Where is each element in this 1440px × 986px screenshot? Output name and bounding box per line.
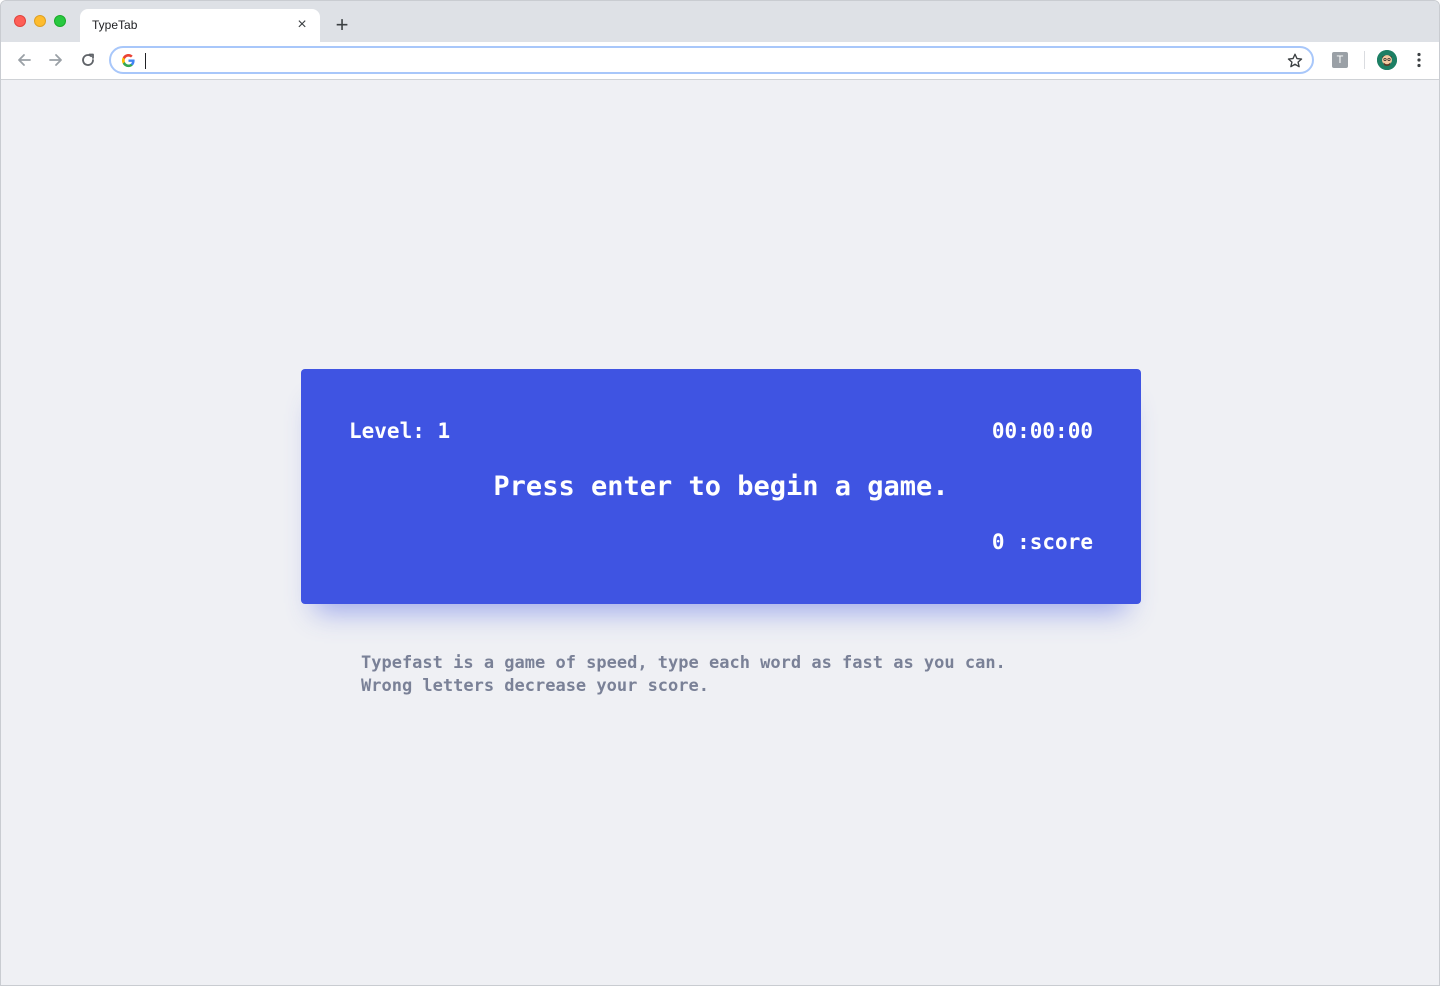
- tab-typetab[interactable]: TypeTab ×: [80, 9, 320, 42]
- arrow-left-icon: [18, 54, 31, 66]
- star-icon[interactable]: [1286, 52, 1304, 70]
- reload-button[interactable]: [78, 50, 98, 70]
- window-minimize-button[interactable]: [34, 15, 46, 27]
- window-maximize-button[interactable]: [54, 15, 66, 27]
- extension-icon[interactable]: T: [1332, 52, 1348, 68]
- address-input[interactable]: [143, 50, 1243, 70]
- google-g-icon: [121, 53, 135, 68]
- browser-toolbar: T: [1, 42, 1439, 80]
- new-tab-button[interactable]: +: [332, 14, 352, 36]
- tab-title: TypeTab: [92, 18, 138, 32]
- avatar-icon: [1377, 50, 1397, 70]
- page-content: Level: 1 00:00:00 Press enter to begin a…: [1, 80, 1439, 985]
- address-bar[interactable]: [109, 46, 1314, 74]
- window-close-button[interactable]: [14, 15, 26, 27]
- description-line: Typefast is a game of speed, type each w…: [361, 653, 1006, 673]
- arrow-right-icon: [49, 54, 62, 66]
- back-button[interactable]: [14, 50, 34, 70]
- tab-close-icon[interactable]: ×: [294, 17, 310, 33]
- game-description: Typefast is a game of speed, type each w…: [361, 652, 1121, 698]
- forward-button[interactable]: [46, 50, 66, 70]
- browser-menu-button[interactable]: [1409, 50, 1429, 70]
- tab-strip: TypeTab × +: [1, 1, 1439, 42]
- level-indicator: Level: 1: [349, 419, 451, 443]
- browser-window: TypeTab × + T Level: 1 00:00:00 Press en…: [0, 0, 1440, 986]
- toolbar-divider: [1364, 51, 1365, 69]
- profile-avatar[interactable]: [1377, 50, 1397, 70]
- game-prompt: Press enter to begin a game.: [493, 471, 949, 502]
- kebab-menu-icon: [1417, 52, 1421, 68]
- description-line: Wrong letters decrease your score.: [361, 676, 709, 696]
- score-display: 0 :score: [991, 530, 1093, 554]
- text-caret: [145, 53, 146, 69]
- game-timer: 00:00:00: [991, 419, 1093, 443]
- game-card[interactable]: Level: 1 00:00:00 Press enter to begin a…: [301, 369, 1141, 604]
- reload-icon: [82, 53, 94, 66]
